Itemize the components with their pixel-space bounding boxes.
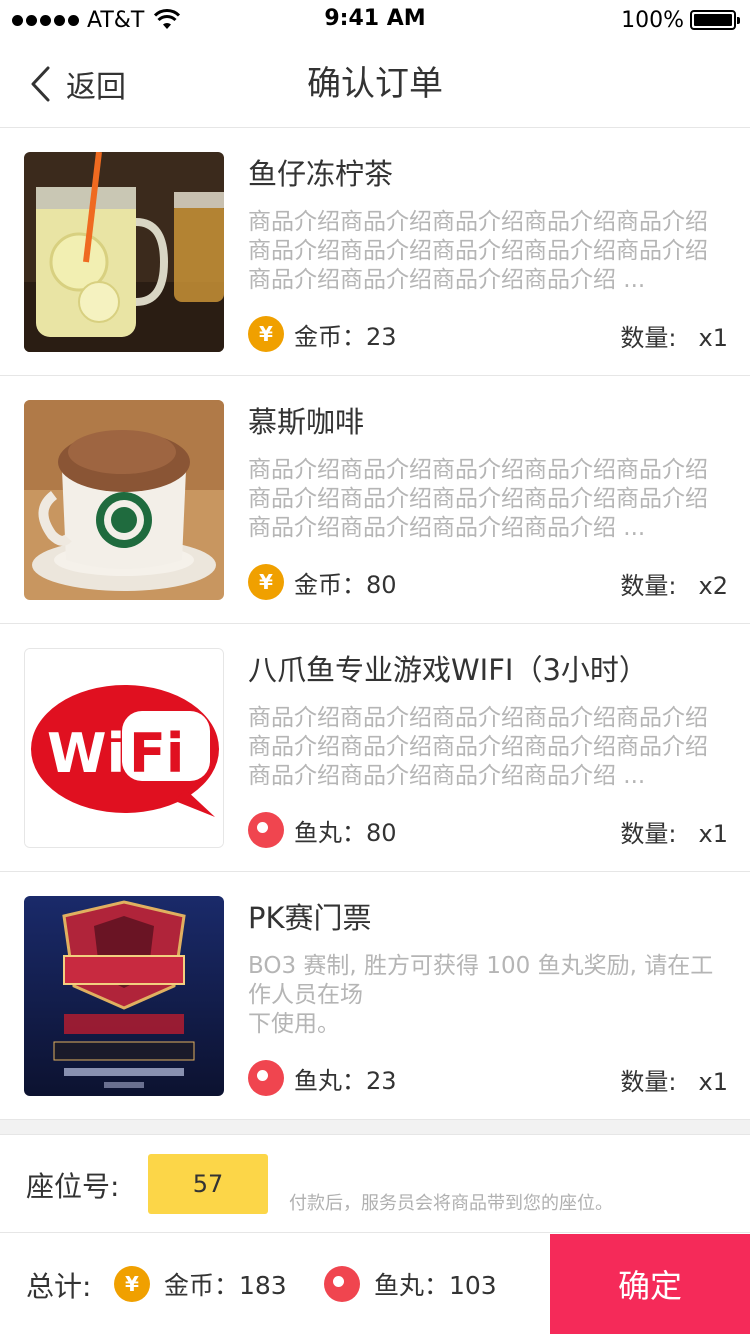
item-description: 商品介绍商品介绍商品介绍商品介绍商品介绍商品介绍商品介绍商品介绍商品介绍商品介绍… xyxy=(248,705,708,789)
item-price: 金币：80 xyxy=(294,570,397,599)
item-price: 鱼丸：80 xyxy=(294,818,397,847)
coin-icon: ¥ xyxy=(114,1266,150,1302)
seat-label: 座位号: xyxy=(26,1170,120,1203)
product-image-wifi: Wi Fi xyxy=(24,648,224,848)
price-row: ¥ 金币：23 xyxy=(248,316,397,352)
quantity-label: 数量: xyxy=(620,820,677,848)
battery-icon xyxy=(690,10,740,30)
item-description: BO3 赛制, 胜方可获得 100 鱼丸奖励, 请在工作人员在场 下使用。 xyxy=(248,952,724,1042)
status-right: 100% xyxy=(621,6,740,34)
item-description: 商品介绍商品介绍商品介绍商品介绍商品介绍商品介绍商品介绍商品介绍商品介绍商品介绍… xyxy=(248,209,708,293)
quantity: 数量: x1 xyxy=(620,814,728,849)
coin-icon: ¥ xyxy=(248,316,284,352)
coin-total: 金币：183 xyxy=(164,1271,287,1300)
item-description-line: 下使用。 xyxy=(248,1011,340,1037)
battery-percent: 100% xyxy=(621,7,684,33)
quantity-label: 数量: xyxy=(620,1068,677,1096)
quantity-value: x1 xyxy=(698,1068,728,1096)
fishball-total: 鱼丸：103 xyxy=(374,1271,497,1300)
item-title: 慕斯咖啡 xyxy=(248,405,365,439)
order-footer: 总计: ¥ 金币：183 鱼丸：103 确定 xyxy=(0,1234,750,1334)
seat-number-input[interactable] xyxy=(148,1154,268,1214)
quantity: 数量: x2 xyxy=(620,566,728,601)
order-item: PK赛门票 BO3 赛制, 胜方可获得 100 鱼丸奖励, 请在工作人员在场 下… xyxy=(0,872,750,1120)
quantity-value: x1 xyxy=(698,820,728,848)
quantity: 数量: x1 xyxy=(620,318,728,353)
status-bar: AT&T 9:41 AM 100% xyxy=(0,0,750,40)
order-item: 慕斯咖啡 商品介绍商品介绍商品介绍商品介绍商品介绍商品介绍商品介绍商品介绍商品介… xyxy=(0,376,750,624)
wifi-logo-text-fi: Fi xyxy=(129,722,184,785)
section-divider xyxy=(0,1119,750,1135)
item-price: 金币：23 xyxy=(294,322,397,351)
price-row: 鱼丸：23 xyxy=(248,1060,397,1096)
price-row: 鱼丸：80 xyxy=(248,812,397,848)
order-item: Wi Fi 八爪鱼专业游戏WIFI（3小时） 商品介绍商品介绍商品介绍商品介绍商… xyxy=(0,624,750,872)
product-image-lemon-tea xyxy=(24,152,224,352)
total-coin: ¥ 金币：183 xyxy=(114,1266,287,1302)
price-row: ¥ 金币：80 xyxy=(248,564,397,600)
nav-bar: 返回 确认订单 xyxy=(0,40,750,128)
total-label: 总计: xyxy=(26,1270,92,1303)
quantity-label: 数量: xyxy=(620,572,677,600)
product-image-pk-ticket xyxy=(24,896,224,1096)
item-price: 鱼丸：23 xyxy=(294,1066,397,1095)
page-title: 确认订单 xyxy=(307,64,443,104)
order-item-list: 鱼仔冻柠茶 商品介绍商品介绍商品介绍商品介绍商品介绍商品介绍商品介绍商品介绍商品… xyxy=(0,128,750,1120)
confirm-button[interactable]: 确定 xyxy=(550,1234,750,1334)
seat-hint: 付款后，服务员会将商品带到您的座位。 xyxy=(289,1193,613,1214)
coin-icon: ¥ xyxy=(248,564,284,600)
item-title: PK赛门票 xyxy=(248,901,372,935)
fishball-icon xyxy=(248,812,284,848)
fishball-icon xyxy=(248,1060,284,1096)
item-title: 鱼仔冻柠茶 xyxy=(248,157,394,191)
product-image-mousse-coffee xyxy=(24,400,224,600)
quantity-value: x2 xyxy=(698,572,728,600)
quantity-value: x1 xyxy=(698,324,728,352)
quantity-label: 数量: xyxy=(620,324,677,352)
order-item: 鱼仔冻柠茶 商品介绍商品介绍商品介绍商品介绍商品介绍商品介绍商品介绍商品介绍商品… xyxy=(0,128,750,376)
total-fishball: 鱼丸：103 xyxy=(324,1266,497,1302)
item-description-line: BO3 赛制, 胜方可获得 100 鱼丸奖励, 请在工作人员在场 xyxy=(248,953,714,1008)
quantity: 数量: x1 xyxy=(620,1062,728,1097)
item-description: 商品介绍商品介绍商品介绍商品介绍商品介绍商品介绍商品介绍商品介绍商品介绍商品介绍… xyxy=(248,457,708,541)
wifi-logo-text-wi: Wi xyxy=(47,722,125,785)
seat-row: 座位号: 付款后，服务员会将商品带到您的座位。 xyxy=(0,1135,750,1233)
fishball-icon xyxy=(324,1266,360,1302)
item-title: 八爪鱼专业游戏WIFI（3小时） xyxy=(248,653,648,687)
